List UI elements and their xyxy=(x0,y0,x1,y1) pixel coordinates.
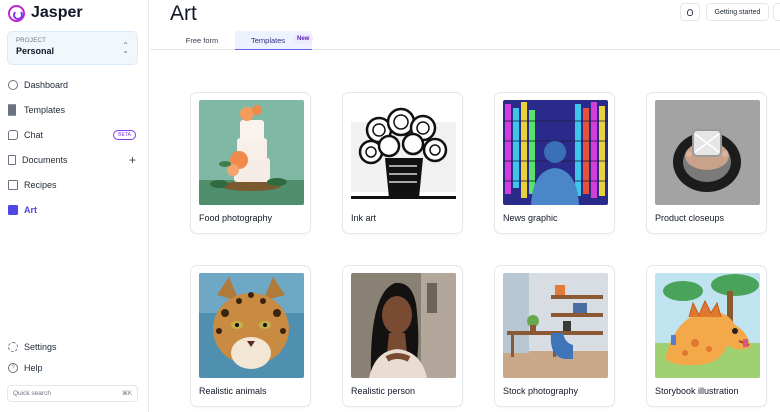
sidebar-item-label: Dashboard xyxy=(24,80,69,90)
sidebar-item-documents[interactable]: Documents + xyxy=(8,151,140,169)
tab-label: Templates xyxy=(251,35,286,45)
art-icon xyxy=(8,205,18,215)
template-card-storybook-illustration[interactable]: Storybook illustration xyxy=(646,265,767,407)
news-graphic-image xyxy=(503,100,608,205)
sidebar-item-label: Art xyxy=(24,205,37,215)
tips-button[interactable] xyxy=(680,3,700,21)
keyboard-shortcut: ⌘K xyxy=(121,391,132,397)
template-label: Storybook illustration xyxy=(655,386,739,396)
sidebar-item-dashboard[interactable]: Dashboard xyxy=(8,76,140,94)
home-icon xyxy=(8,80,18,90)
sidebar: Jasper PROJECT Personal ⌃ ⌄ Dashboard Tem… xyxy=(0,0,149,412)
grid-icon xyxy=(8,104,18,116)
tab-bar: Free form Templates New xyxy=(150,31,780,50)
help-label: Help xyxy=(24,363,43,373)
page-title: Art xyxy=(170,2,197,25)
template-card-ink-art[interactable]: Ink art xyxy=(342,92,463,234)
cake-image xyxy=(199,100,304,205)
sidebar-item-label: Documents xyxy=(22,155,68,165)
template-label: Realistic person xyxy=(351,386,416,396)
template-card-product-closeups[interactable]: Product closeups xyxy=(646,92,767,234)
ocelot-image xyxy=(199,273,304,378)
sidebar-item-chat[interactable]: Chat BETA xyxy=(8,126,140,144)
gear-icon xyxy=(8,342,18,352)
template-label: Realistic animals xyxy=(199,386,267,396)
template-label: News graphic xyxy=(503,213,558,223)
roses-ink-image xyxy=(351,100,456,205)
chevron-up-down-icon: ⌃ ⌄ xyxy=(122,41,129,55)
more-button[interactable] xyxy=(773,3,780,21)
sidebar-item-art[interactable]: Art xyxy=(8,201,140,219)
template-card-stock-photography[interactable]: Stock photography xyxy=(494,265,615,407)
portrait-image xyxy=(351,273,456,378)
ring-image xyxy=(655,100,760,205)
sidebar-item-templates[interactable]: Templates xyxy=(8,101,140,119)
template-card-realistic-person[interactable]: Realistic person xyxy=(342,265,463,407)
template-label: Product closeups xyxy=(655,213,725,223)
app-logo[interactable]: Jasper xyxy=(8,4,83,22)
add-document-button[interactable]: + xyxy=(129,153,136,167)
template-card-realistic-animals[interactable]: Realistic animals xyxy=(190,265,311,407)
chat-icon xyxy=(8,130,18,140)
quick-search-input[interactable]: Quick search ⌘K xyxy=(7,385,138,402)
sidebar-item-label: Chat xyxy=(24,130,44,140)
template-card-food-photography[interactable]: Food photography xyxy=(190,92,311,234)
lightbulb-icon xyxy=(687,8,693,16)
help-icon: ? xyxy=(8,363,18,373)
new-badge: New xyxy=(293,34,314,44)
help-link[interactable]: ? Help xyxy=(8,363,43,373)
jasper-logo-icon xyxy=(8,4,25,22)
app-name: Jasper xyxy=(31,4,83,21)
template-label: Stock photography xyxy=(503,386,579,396)
quick-search-placeholder: Quick search xyxy=(13,390,51,397)
sidebar-item-label: Templates xyxy=(24,105,66,115)
settings-label: Settings xyxy=(24,342,57,352)
template-card-news-graphic[interactable]: News graphic xyxy=(494,92,615,234)
desk-room-image xyxy=(503,273,608,378)
document-icon xyxy=(8,155,16,165)
template-label: Ink art xyxy=(351,213,377,223)
getting-started-button[interactable]: Getting started xyxy=(706,3,769,21)
project-label: PROJECT xyxy=(16,38,47,44)
template-label: Food photography xyxy=(199,213,273,223)
sidebar-item-label: Recipes xyxy=(24,180,57,190)
project-value: Personal xyxy=(16,46,55,56)
project-selector[interactable]: PROJECT Personal ⌃ ⌄ xyxy=(7,31,138,65)
recipe-icon xyxy=(8,180,18,190)
beta-badge: BETA xyxy=(113,130,136,140)
tab-free-form[interactable]: Free form xyxy=(176,31,228,50)
dinosaur-image xyxy=(655,273,760,378)
settings-link[interactable]: Settings xyxy=(8,342,57,352)
sidebar-item-recipes[interactable]: Recipes xyxy=(8,176,140,194)
